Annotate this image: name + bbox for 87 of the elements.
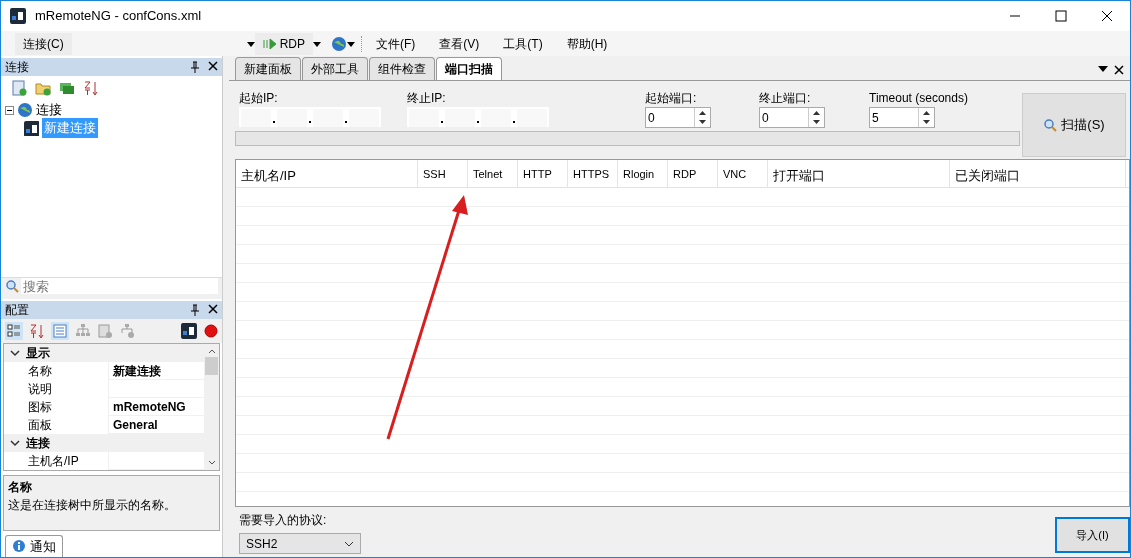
close-icon[interactable] xyxy=(208,61,218,71)
property-value[interactable]: General xyxy=(109,415,158,434)
menu-item[interactable]: 工具(T) xyxy=(495,32,551,55)
close-icon[interactable] xyxy=(208,304,218,315)
menu-item[interactable]: 查看(V) xyxy=(431,32,488,55)
column-header[interactable]: 主机名/IP xyxy=(236,160,418,187)
field-label: 需要导入的协议: xyxy=(239,512,328,529)
tab[interactable]: 端口扫描 xyxy=(436,57,502,80)
menu-item[interactable]: 帮助(H) xyxy=(558,32,616,55)
property-value[interactable]: 新建连接 xyxy=(109,361,161,380)
spin-box[interactable]: 0 xyxy=(759,107,825,128)
scroll-up-icon[interactable] xyxy=(207,348,216,355)
help-text: 这是在连接树中所显示的名称。 xyxy=(8,497,177,515)
globe-icon[interactable] xyxy=(331,35,347,52)
app-logo-icon[interactable] xyxy=(180,322,198,341)
dropdown-icon[interactable] xyxy=(246,39,255,48)
spin-box[interactable]: 0 xyxy=(645,107,711,128)
column-header[interactable]: 已关闭端口 xyxy=(950,160,1126,187)
property-name: 说明 xyxy=(28,380,52,398)
collapse-icon[interactable] xyxy=(5,105,14,115)
panel-title: 配置 xyxy=(5,302,29,320)
property-group[interactable]: 连接 xyxy=(26,434,50,453)
app-logo-icon xyxy=(9,7,27,25)
column-header[interactable]: VNC xyxy=(718,160,768,187)
property-name: 名称 xyxy=(28,362,52,380)
column-header[interactable]: SSH xyxy=(418,160,468,187)
field-label: 终止IP: xyxy=(407,90,447,107)
column-header[interactable]: HTTP xyxy=(518,160,568,187)
import-button[interactable]: 导入(I) xyxy=(1055,517,1130,553)
search-icon xyxy=(5,279,19,294)
globe-icon xyxy=(17,102,33,119)
field-label: 起始端口: xyxy=(645,90,698,107)
sort-icon[interactable] xyxy=(83,79,99,96)
protocol-button[interactable]: RDP xyxy=(254,32,313,55)
panel-title: 连接 xyxy=(5,59,29,76)
help-title: 名称 xyxy=(8,479,33,497)
scan-button[interactable]: 扫描(S) xyxy=(1022,93,1126,157)
ip-address-field[interactable] xyxy=(407,107,549,127)
info-icon xyxy=(12,539,26,554)
ip-address-field[interactable] xyxy=(239,107,381,127)
column-header[interactable]: 打开端口 xyxy=(768,160,950,187)
spin-down-icon[interactable] xyxy=(813,120,820,125)
categorized-icon[interactable] xyxy=(5,322,23,341)
connect-menu[interactable]: 连接(C) xyxy=(15,32,72,55)
field-label: Timeout (seconds) xyxy=(869,90,968,107)
property-group[interactable]: 显示 xyxy=(26,344,50,363)
spin-up-icon[interactable] xyxy=(813,110,820,115)
scrollbar[interactable] xyxy=(204,344,219,471)
property-name: 图标 xyxy=(28,398,52,416)
search-icon xyxy=(1043,118,1058,132)
close-icon[interactable] xyxy=(1101,10,1113,22)
notification-tab[interactable]: 通知 xyxy=(5,534,63,557)
tree-item[interactable]: 连接 xyxy=(36,100,62,120)
column-header[interactable]: Rlogin xyxy=(618,160,668,187)
connection-icon xyxy=(23,120,39,137)
property-name: 面板 xyxy=(28,416,52,434)
dropdown-icon[interactable] xyxy=(1098,64,1108,73)
pin-icon[interactable] xyxy=(190,61,200,73)
search-field[interactable]: 搜索 xyxy=(21,278,218,295)
spin-down-icon[interactable] xyxy=(699,120,706,125)
spin-down-icon[interactable] xyxy=(923,120,930,125)
record-icon[interactable] xyxy=(204,324,218,339)
pin-icon[interactable] xyxy=(190,304,200,317)
menu-item[interactable]: 文件(F) xyxy=(368,32,424,55)
tab[interactable]: 组件检查 xyxy=(369,57,435,80)
sort-icon[interactable] xyxy=(29,323,45,340)
tab[interactable]: 新建面板 xyxy=(235,57,301,80)
spin-up-icon[interactable] xyxy=(699,110,706,115)
spin-box[interactable]: 5 xyxy=(869,107,935,128)
property-value[interactable]: mRemoteNG xyxy=(109,397,186,416)
tab[interactable]: 外部工具 xyxy=(302,57,368,80)
property-name: 主机名/IP xyxy=(28,452,79,470)
column-header[interactable]: Telnet xyxy=(468,160,518,187)
field-label: 终止端口: xyxy=(759,90,812,107)
column-header[interactable]: HTTPS xyxy=(568,160,618,187)
new-connection-icon[interactable] xyxy=(11,79,27,96)
field-label: 起始IP: xyxy=(239,90,279,107)
protocol-dropdown[interactable]: SSH2 xyxy=(239,533,361,554)
scroll-down-icon[interactable] xyxy=(207,460,216,467)
close-icon[interactable] xyxy=(1114,64,1124,75)
maximize-icon[interactable] xyxy=(1055,10,1067,22)
window-title: mRemoteNG - confCons.xml xyxy=(35,7,202,26)
scroll-thumb[interactable] xyxy=(205,357,218,376)
chevron-down-icon xyxy=(344,540,354,547)
column-header[interactable]: RDP xyxy=(668,160,718,187)
play-icon xyxy=(262,37,277,50)
spin-up-icon[interactable] xyxy=(923,110,930,115)
